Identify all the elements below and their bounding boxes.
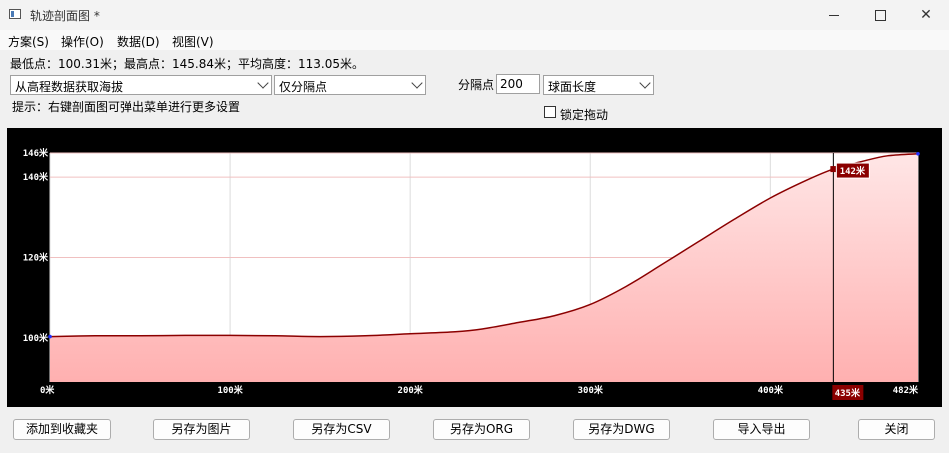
interval-label: 分隔点 [458, 78, 495, 92]
minimize-icon [829, 14, 839, 16]
x-tick-label: 200米 [398, 384, 424, 396]
save-image-button[interactable]: 另存为图片 [153, 419, 250, 440]
minimize-button[interactable] [811, 0, 857, 30]
menu-operation[interactable]: 操作(O) [61, 33, 104, 50]
mode-select-value: 仅分隔点 [279, 80, 328, 94]
x-tick-label: 400米 [758, 384, 784, 396]
menu-bar: 方案(S) 操作(O) 数据(D) 视图(V) [0, 30, 949, 50]
save-csv-button[interactable]: 另存为CSV [293, 419, 390, 440]
maximize-icon [874, 9, 886, 21]
elevation-stats: 最低点：100.31米；最高点：145.84米；平均高度：113.05米。 [10, 57, 364, 71]
chevron-down-icon [257, 77, 269, 89]
elevation-profile-chart[interactable]: 0米 100米 200米 300米 400米 482米 146米 140米 120米 100米 1… [7, 128, 942, 407]
length-select[interactable]: 球面长度 [543, 75, 654, 95]
save-dwg-button[interactable]: 另存为DWG [573, 419, 670, 440]
add-favorite-button[interactable]: 添加到收藏夹 [13, 419, 111, 440]
menu-scheme[interactable]: 方案(S) [8, 33, 49, 50]
title-bar: 轨迹剖面图 * ✕ [0, 0, 949, 30]
end-point-marker [916, 152, 920, 156]
profile-chart-panel[interactable]: 0米 100米 200米 300米 400米 482米 146米 140米 120米 100米 1… [7, 128, 942, 407]
close-icon: ✕ [920, 7, 932, 23]
lock-drag-checkbox[interactable] [544, 106, 556, 118]
interval-input[interactable]: 200 [496, 74, 540, 94]
start-point-marker [48, 334, 52, 339]
y-tick-label: 146米 [23, 147, 49, 159]
x-tick-label: 482米 [893, 384, 919, 396]
cursor-x-label: 435米 [835, 387, 861, 399]
lock-drag-label[interactable]: 锁定拖动 [560, 106, 608, 123]
chevron-down-icon [639, 77, 651, 89]
cursor-y-label: 142米 [840, 165, 866, 177]
close-button[interactable]: 关闭 [858, 419, 935, 440]
x-tick-label: 0米 [40, 384, 55, 396]
menu-view[interactable]: 视图(V) [172, 33, 214, 50]
app-icon [9, 9, 21, 19]
window-title: 轨迹剖面图 * [30, 9, 100, 23]
hint-text: 提示：右键剖面图可弹出菜单进行更多设置 [12, 100, 241, 114]
y-tick-label: 140米 [23, 171, 49, 183]
x-tick-label: 100米 [217, 384, 243, 396]
source-select-value: 从高程数据获取海拔 [15, 80, 124, 94]
y-tick-label: 100米 [23, 332, 49, 344]
x-tick-label: 300米 [578, 384, 604, 396]
import-export-button[interactable]: 导入导出 [713, 419, 810, 440]
close-window-button[interactable]: ✕ [903, 0, 949, 30]
mode-select[interactable]: 仅分隔点 [274, 75, 426, 95]
length-select-value: 球面长度 [548, 80, 597, 94]
cursor-marker [830, 166, 837, 173]
source-select[interactable]: 从高程数据获取海拔 [10, 75, 272, 95]
menu-data[interactable]: 数据(D) [117, 33, 160, 50]
maximize-button[interactable] [857, 0, 903, 30]
save-org-button[interactable]: 另存为ORG [433, 419, 530, 440]
chevron-down-icon [411, 77, 423, 89]
y-tick-label: 120米 [23, 251, 49, 263]
